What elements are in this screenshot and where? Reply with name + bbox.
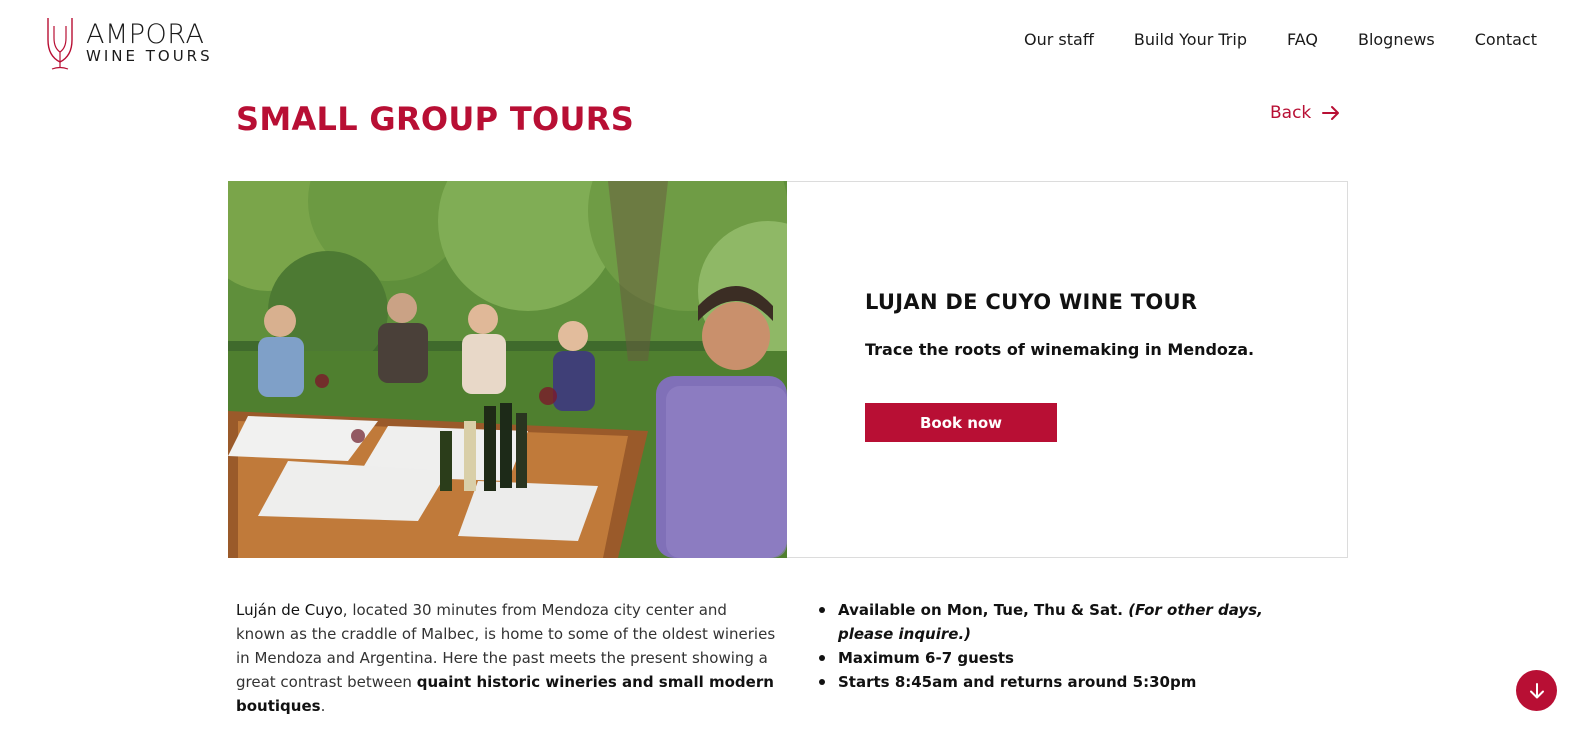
page-title: SMALL GROUP TOURS <box>236 100 635 138</box>
arrow-right-icon <box>1322 106 1340 120</box>
tour-card: LUJAN DE CUYO WINE TOUR Trace the roots … <box>228 181 1348 558</box>
tour-photo-illustration <box>228 181 787 558</box>
arrow-down-icon <box>1529 682 1544 698</box>
availability-text: Available on Mon, Tue, Thu & Sat. <box>838 601 1129 619</box>
guests-text: Maximum 6-7 guests <box>838 649 1014 667</box>
main-nav: Our staff Build Your Trip FAQ Blognews C… <box>1024 30 1537 49</box>
back-label: Back <box>1270 103 1312 123</box>
tour-tagline: Trace the roots of winemaking in Mendoza… <box>865 340 1255 359</box>
description-end: . <box>320 697 326 715</box>
tour-photo <box>228 181 787 558</box>
place-name: Luján de Cuyo <box>236 601 343 619</box>
wine-glass-logo-icon <box>47 18 73 70</box>
nav-item-build-your-trip[interactable]: Build Your Trip <box>1134 30 1247 49</box>
tour-info: LUJAN DE CUYO WINE TOUR Trace the roots … <box>787 182 1347 557</box>
brand-logo[interactable]: AMPORA WINE TOURS <box>40 12 220 72</box>
brand-subtitle: WINE TOURS <box>86 46 213 65</box>
scroll-down-button[interactable] <box>1516 670 1557 711</box>
tour-description: Luján de Cuyo, located 30 minutes from M… <box>236 598 776 718</box>
nav-item-blognews[interactable]: Blognews <box>1358 30 1435 49</box>
list-item: Available on Mon, Tue, Thu & Sat. (For o… <box>815 598 1315 646</box>
schedule-text: Starts 8:45am and returns around 5:30pm <box>838 673 1197 691</box>
nav-item-faq[interactable]: FAQ <box>1287 30 1318 49</box>
brand-name: AMPORA <box>86 18 205 50</box>
nav-item-contact[interactable]: Contact <box>1475 30 1537 49</box>
book-now-button[interactable]: Book now <box>865 403 1057 442</box>
list-item: Starts 8:45am and returns around 5:30pm <box>815 670 1315 694</box>
nav-item-our-staff[interactable]: Our staff <box>1024 30 1094 49</box>
tour-facts-list: Available on Mon, Tue, Thu & Sat. (For o… <box>815 598 1315 694</box>
list-item: Maximum 6-7 guests <box>815 646 1315 670</box>
back-link[interactable]: Back <box>1270 103 1341 123</box>
tour-title: LUJAN DE CUYO WINE TOUR <box>865 290 1198 314</box>
